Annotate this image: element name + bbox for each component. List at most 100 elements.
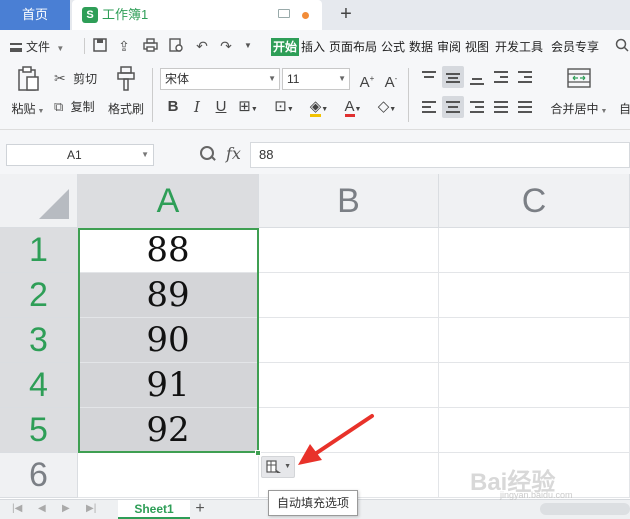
merge-center-label: 合并居中 ▼: [550, 102, 608, 116]
cell-a2[interactable]: 89: [78, 273, 259, 318]
cell-b2[interactable]: [259, 273, 439, 318]
export-icon[interactable]: ⇪: [116, 38, 132, 54]
row-header-1[interactable]: 1: [0, 228, 78, 273]
new-tab-button[interactable]: +: [336, 2, 356, 28]
watermark-url: jingyan.baidu.com: [500, 490, 573, 500]
align-top-icon[interactable]: [418, 66, 440, 88]
file-menu[interactable]: 文件 ▼: [10, 38, 64, 55]
cell-c2[interactable]: [439, 273, 630, 318]
tab-data[interactable]: 数据: [409, 38, 433, 56]
chevron-down-icon: ▼: [141, 150, 149, 159]
cut-button[interactable]: ✂ 剪切: [54, 70, 102, 88]
justify-icon[interactable]: [490, 96, 512, 118]
font-size-select[interactable]: 11 ▼: [282, 68, 350, 90]
cell-a5[interactable]: 92: [78, 408, 259, 453]
name-box[interactable]: A1 ▼: [6, 144, 154, 166]
bold-icon[interactable]: B: [164, 98, 182, 116]
sheet-tab-sheet1[interactable]: Sheet1: [118, 500, 190, 519]
save-icon[interactable]: [92, 38, 108, 54]
horizontal-scrollbar[interactable]: [540, 503, 630, 515]
paste-button[interactable]: 粘贴 ▼: [8, 66, 48, 122]
file-menu-label: 文件: [26, 40, 51, 54]
font-name-select[interactable]: 宋体 ▼: [160, 68, 280, 90]
distributed-icon[interactable]: [514, 96, 536, 118]
align-middle-icon[interactable]: [442, 66, 464, 88]
paste-label: 粘贴 ▼: [11, 102, 45, 116]
fx-icon[interactable]: fx: [226, 144, 241, 163]
cell-c4[interactable]: [439, 363, 630, 408]
first-sheet-icon[interactable]: |◀: [12, 503, 22, 514]
print-icon[interactable]: [142, 38, 158, 54]
redo-icon[interactable]: ↷: [218, 38, 234, 54]
cell-c1[interactable]: [439, 228, 630, 273]
undo-icon[interactable]: ↶: [194, 38, 210, 54]
decrease-indent-icon[interactable]: [490, 66, 512, 88]
tab-review[interactable]: 审阅: [437, 38, 461, 56]
cut-label: 剪切: [73, 72, 98, 86]
underline-icon[interactable]: U: [212, 98, 230, 116]
unsaved-dot-icon: [302, 12, 309, 19]
select-all-corner[interactable]: [0, 174, 78, 228]
row-header-4[interactable]: 4: [0, 363, 78, 408]
prev-sheet-icon[interactable]: ◀: [38, 503, 46, 514]
tab-developer[interactable]: 开发工具: [495, 38, 543, 56]
fill-pattern-icon[interactable]: ⊡▼: [272, 98, 296, 119]
row-header-3[interactable]: 3: [0, 318, 78, 363]
chevron-down-icon[interactable]: ▼: [240, 38, 256, 54]
formula-input[interactable]: 88: [250, 142, 630, 168]
cell-c5[interactable]: [439, 408, 630, 453]
align-left-icon[interactable]: [418, 96, 440, 118]
hamburger-icon: [10, 43, 22, 52]
row-header-6[interactable]: 6: [0, 453, 78, 498]
merge-center-button[interactable]: 合并居中 ▼: [548, 68, 610, 124]
add-sheet-button[interactable]: +: [192, 500, 208, 519]
cell-c3[interactable]: [439, 318, 630, 363]
tab-start[interactable]: 开始: [271, 38, 300, 56]
fill-handle[interactable]: [255, 450, 261, 456]
increase-font-icon[interactable]: A+: [358, 70, 376, 92]
column-header-a[interactable]: A: [78, 174, 259, 228]
autofill-tooltip: 自动填充选项: [268, 490, 358, 516]
cell-b1[interactable]: [259, 228, 439, 273]
tab-page-layout[interactable]: 页面布局: [329, 38, 377, 56]
column-header-c[interactable]: C: [439, 174, 630, 228]
zoom-icon[interactable]: [200, 146, 214, 160]
cell-a1[interactable]: 88: [78, 228, 259, 273]
column-header-b[interactable]: B: [259, 174, 439, 228]
font-color-icon[interactable]: A▼: [340, 98, 366, 119]
monitor-icon[interactable]: [278, 9, 290, 18]
fill-color-icon[interactable]: ◈▼: [306, 98, 332, 119]
copy-button[interactable]: ⧉ 复制: [54, 98, 102, 116]
cell-b4[interactable]: [259, 363, 439, 408]
format-painter-button[interactable]: 格式刷: [106, 66, 146, 122]
increase-indent-icon[interactable]: [514, 66, 536, 88]
eraser-icon[interactable]: ◇▼: [374, 98, 400, 119]
spreadsheet-app: 首页 S 工作簿1 + 文件 ▼ ⇪ ↶ ↷ ▼ 开始 插入 页面布局 公式 数…: [0, 0, 630, 519]
tab-formulas[interactable]: 公式: [381, 38, 405, 56]
print-preview-icon[interactable]: [168, 38, 184, 54]
tab-home[interactable]: 首页: [0, 0, 70, 30]
tab-member[interactable]: 会员专享: [551, 38, 599, 56]
auto-wrap-button[interactable]: 自: [618, 100, 630, 117]
cell-a6[interactable]: [78, 453, 259, 498]
decrease-font-icon[interactable]: A-: [382, 70, 400, 92]
chevron-down-icon: ▼: [56, 44, 65, 53]
divider: [152, 68, 153, 122]
align-right-icon[interactable]: [466, 96, 488, 118]
tab-insert[interactable]: 插入: [301, 38, 325, 56]
cell-b3[interactable]: [259, 318, 439, 363]
cell-a4[interactable]: 91: [78, 363, 259, 408]
last-sheet-icon[interactable]: ▶|: [86, 503, 96, 514]
borders-icon[interactable]: ⊞▼: [236, 98, 260, 119]
next-sheet-icon[interactable]: ▶: [62, 503, 70, 514]
row-header-2[interactable]: 2: [0, 273, 78, 318]
cell-a3[interactable]: 90: [78, 318, 259, 363]
menu-bar: 文件 ▼ ⇪ ↶ ↷ ▼ 开始 插入 页面布局 公式 数据 审阅 视图 开发工具…: [0, 30, 630, 62]
italic-icon[interactable]: I: [188, 98, 206, 116]
tab-view[interactable]: 视图: [465, 38, 489, 56]
align-center-icon[interactable]: [442, 96, 464, 118]
tab-workbook[interactable]: S 工作簿1: [72, 0, 322, 30]
align-bottom-icon[interactable]: [466, 66, 488, 88]
search-icon[interactable]: [614, 38, 630, 54]
row-header-5[interactable]: 5: [0, 408, 78, 453]
